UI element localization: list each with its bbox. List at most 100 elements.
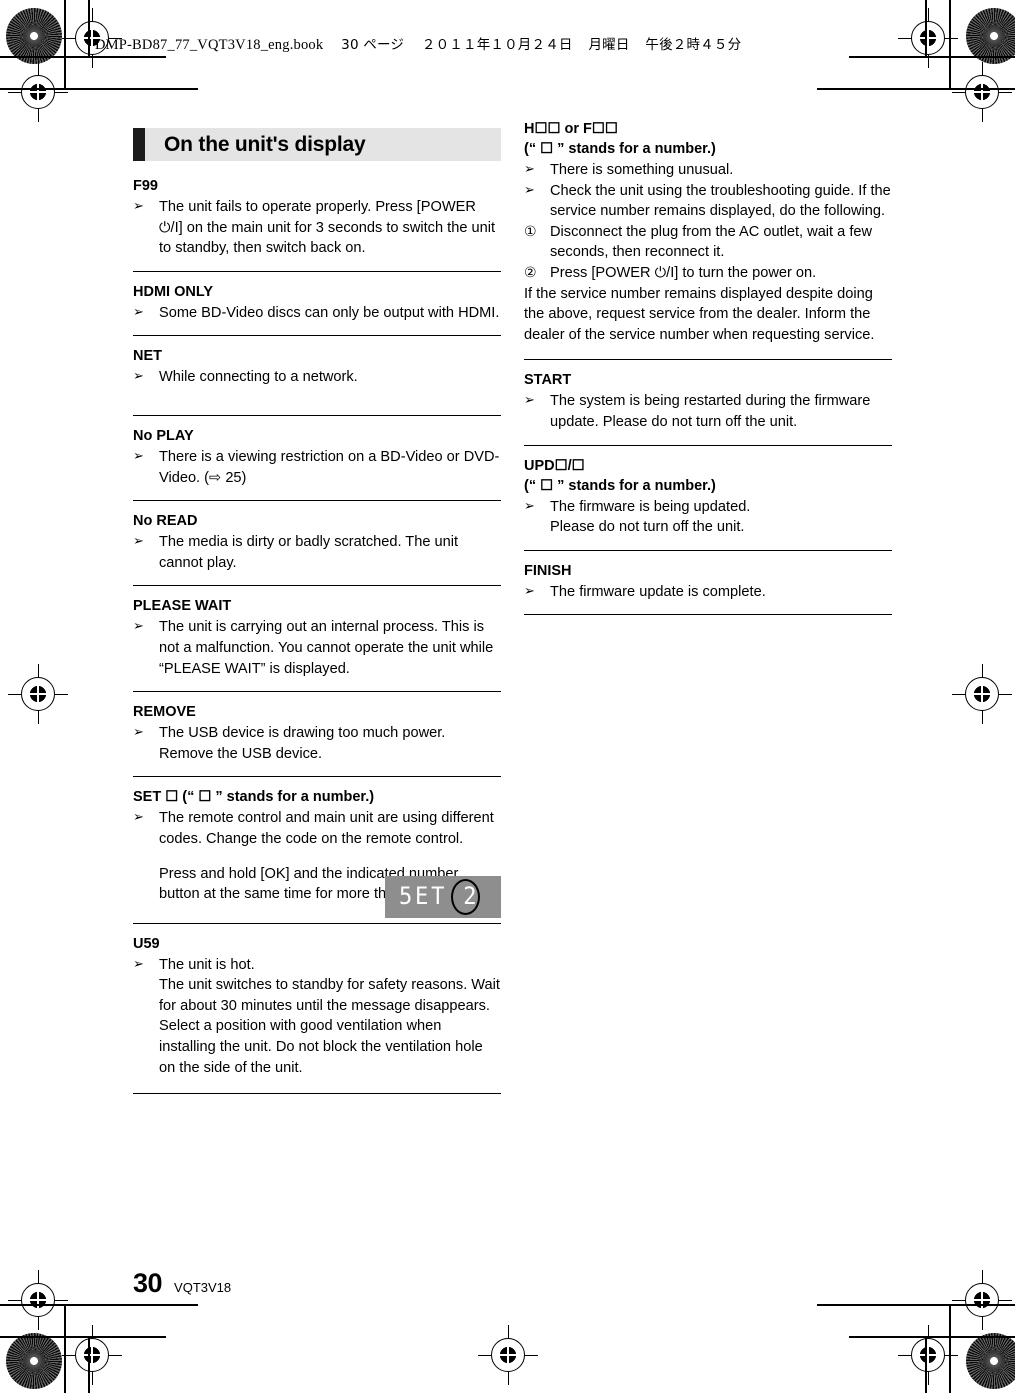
- section-divider: [133, 270, 501, 272]
- entry-head: HDMI ONLY: [133, 283, 214, 300]
- circled-number-1-icon: ①: [524, 223, 537, 240]
- section-divider: [524, 359, 892, 361]
- entry-head: REMOVE: [133, 704, 196, 721]
- bullet-arrow-icon: ➢: [524, 393, 535, 409]
- document-id: VQT3V18: [174, 1280, 232, 1295]
- banner-accent-bar: [133, 128, 145, 161]
- bullet-text: The remote control and main unit are usi…: [159, 810, 494, 847]
- bullet-text: The unit is hot. The unit switches to st…: [159, 956, 500, 1076]
- bullet-text: There is something unusual.: [550, 162, 734, 178]
- print-starburst-mark-bottom-right: [966, 1333, 1015, 1389]
- entry-head: H☐☐ or F☐☐: [524, 121, 618, 137]
- print-header: DMP-BD87_77_VQT3V18_eng.book 30 ページ ２０１１…: [95, 33, 741, 54]
- crop-line-top-right-v2: [925, 0, 927, 56]
- print-header-date: ２０１１年１０月２４日: [421, 37, 573, 53]
- crop-line-bottom-right-h2: [817, 1304, 1015, 1306]
- unit-display-photo: 5ET 2: [385, 875, 501, 918]
- bullet-text: The firmware is being updated. Please do…: [550, 498, 751, 536]
- bullet-text: Some BD-Video discs can only be output w…: [159, 304, 500, 321]
- print-header-page: 30 ページ: [341, 37, 405, 53]
- section-divider: [133, 691, 501, 693]
- entry-f99: F99 ➢ The unit fails to operate properly…: [133, 177, 501, 259]
- bullet-item: ➢ The system is being restarted during t…: [524, 391, 892, 432]
- crop-line-bottom-left-v2: [88, 1336, 90, 1393]
- entry-upd: UPD☐/☐ (“ ☐ ” stands for a number.) ➢ Th…: [524, 457, 892, 538]
- numbered-item: ① Disconnect the plug from the AC outlet…: [524, 222, 892, 263]
- registration-mark-inner-bottom-left: [8, 1270, 68, 1330]
- crop-line-top-left-h: [0, 56, 166, 58]
- bullet-arrow-icon: ➢: [133, 956, 144, 972]
- crop-line-bottom-left-v: [64, 1304, 66, 1393]
- entry-please-wait: PLEASE WAIT ➢ The unit is carrying out a…: [133, 597, 501, 679]
- section-divider: [524, 444, 892, 446]
- bullet-text: The USB device is drawing too much power…: [159, 725, 446, 762]
- bullet-item: ➢ Some BD-Video discs can only be output…: [133, 303, 501, 324]
- registration-mark-inner-top-left: [8, 62, 68, 122]
- page-footer: 30 VQT3V18: [133, 1268, 231, 1299]
- crop-line-top-right-h: [849, 56, 1015, 58]
- registration-mark-top-right: [898, 8, 958, 68]
- circled-number-2-icon: ②: [524, 264, 537, 281]
- bullet-arrow-icon: ➢: [133, 369, 144, 385]
- entry-hdmi-only: HDMI ONLY ➢ Some BD-Video discs can only…: [133, 283, 501, 324]
- bullet-arrow-icon: ➢: [133, 304, 144, 320]
- bullet-arrow-icon: ➢: [133, 199, 144, 214]
- registration-mark-bottom-center: [478, 1325, 538, 1385]
- crop-line-bottom-left-h: [0, 1336, 166, 1338]
- entry-head: U59: [133, 935, 160, 952]
- left-column: On the unit's display F99 ➢ The unit fai…: [133, 128, 501, 1105]
- section-banner: On the unit's display: [133, 128, 501, 161]
- entry-head: NET: [133, 348, 162, 365]
- print-starburst-mark-top-right: [966, 8, 1015, 64]
- bullet-arrow-icon: ➢: [524, 162, 535, 177]
- entry-head: No READ: [133, 513, 198, 530]
- print-starburst-mark-bottom-left: [6, 1333, 62, 1389]
- print-starburst-mark-top-left: [6, 8, 62, 64]
- entry-head: START: [524, 372, 572, 389]
- crop-line-bottom-right-h: [849, 1336, 1015, 1338]
- crop-line-bottom-right-v2: [925, 1336, 927, 1393]
- right-column: H☐☐ or F☐☐ (“ ☐ ” stands for a number.) …: [524, 120, 892, 626]
- bullet-item: ➢ The USB device is drawing too much pow…: [133, 723, 501, 764]
- registration-mark-bottom-right: [898, 1325, 958, 1385]
- print-header-weekday: 月曜日: [588, 37, 630, 53]
- numbered-item: ② Press [POWER ⏻/I] to turn the power on…: [524, 263, 892, 284]
- bullet-arrow-icon: ➢: [524, 498, 535, 514]
- bullet-text: The media is dirty or badly scratched. T…: [159, 534, 459, 571]
- entry-remove: REMOVE ➢ The USB device is drawing too m…: [133, 703, 501, 764]
- page-title: On the unit's display: [164, 132, 366, 156]
- crop-line-top-right-h2: [817, 88, 1015, 90]
- entry-subhead: (“ ☐ ” stands for a number.): [524, 477, 716, 494]
- bullet-arrow-icon: ➢: [133, 725, 144, 741]
- bullet-arrow-icon: ➢: [133, 534, 144, 550]
- bullet-text: The unit is carrying out an internal pro…: [159, 619, 494, 677]
- registration-mark-left-middle: [8, 664, 68, 724]
- numbered-text: Disconnect the plug from the AC outlet, …: [550, 223, 873, 261]
- closing-paragraph: If the service number remains displayed …: [524, 285, 875, 343]
- entry-head: SET ☐ (“ ☐ ” stands for a number.): [133, 789, 375, 806]
- crop-line-bottom-right-v: [949, 1304, 951, 1393]
- entry-head: No PLAY: [133, 427, 194, 444]
- page-number: 30: [133, 1268, 163, 1298]
- bullet-text: The system is being restarted during the…: [550, 393, 871, 430]
- bullet-item: ➢ There is a viewing restriction on a BD…: [133, 447, 501, 488]
- bullet-text: The firmware update is complete.: [550, 583, 766, 600]
- bullet-item: ➢ There is something unusual.: [524, 160, 892, 181]
- entry-head: FINISH: [524, 562, 572, 579]
- crop-line-top-right-v: [949, 0, 951, 88]
- bullet-item: ➢ The remote control and main unit are u…: [133, 808, 501, 849]
- bullet-item: ➢ The firmware update is complete.: [524, 582, 892, 603]
- section-divider: [133, 922, 501, 924]
- bullet-text: There is a viewing restriction on a BD-V…: [159, 448, 500, 486]
- crop-line-bottom-left-h2: [0, 1304, 198, 1306]
- entry-net: NET ➢ While connecting to a network.: [133, 347, 501, 388]
- entry-no-read: No READ ➢ The media is dirty or badly sc…: [133, 512, 501, 573]
- bullet-item: ➢ The unit is hot. The unit switches to …: [133, 955, 501, 1079]
- bullet-text: Check the unit using the troubleshooting…: [550, 182, 891, 220]
- registration-mark-right-middle: [952, 664, 1012, 724]
- registration-mark-bottom-left: [62, 1325, 122, 1385]
- bullet-arrow-icon: ➢: [524, 583, 535, 599]
- entry-no-play: No PLAY ➢ There is a viewing restriction…: [133, 427, 501, 488]
- entry-subhead: (“ ☐ ” stands for a number.): [524, 141, 716, 157]
- callout-circle-icon: [451, 878, 480, 915]
